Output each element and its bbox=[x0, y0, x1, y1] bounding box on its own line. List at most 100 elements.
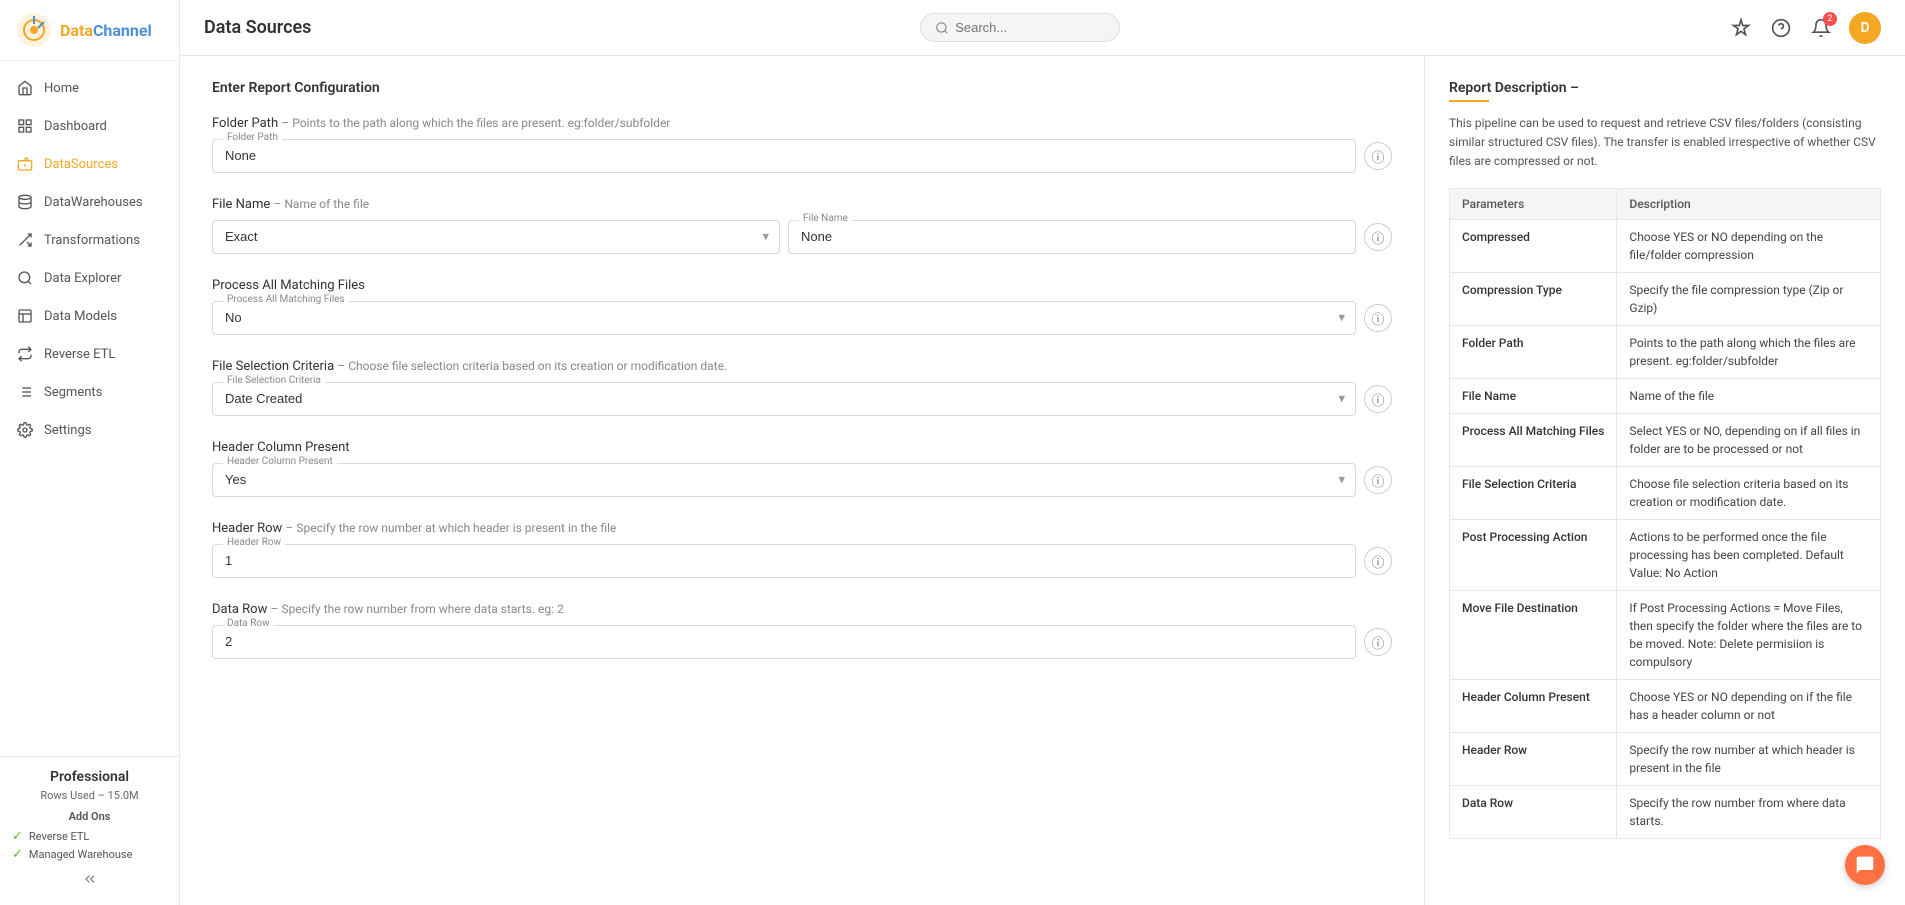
sidebar-item-home-label: Home bbox=[44, 81, 79, 96]
file-name-field[interactable]: File Name bbox=[788, 220, 1356, 254]
datawarehouses-icon bbox=[16, 193, 34, 211]
sidebar-item-reverse-etl[interactable]: Reverse ETL bbox=[0, 335, 179, 373]
sidebar-item-data-models[interactable]: Data Models bbox=[0, 297, 179, 335]
sidebar-item-home[interactable]: Home bbox=[0, 69, 179, 107]
sidebar-item-data-models-label: Data Models bbox=[44, 309, 117, 324]
settings-icon bbox=[16, 421, 34, 439]
header-column-row: Header Column Present Yes No ▾ ⓘ bbox=[212, 463, 1392, 497]
content-area: Enter Report Configuration Folder Path –… bbox=[180, 56, 1905, 905]
check-icon: ✓ bbox=[12, 829, 23, 844]
form-panel: Enter Report Configuration Folder Path –… bbox=[180, 56, 1425, 905]
addon-reverse-etl-label: Reverse ETL bbox=[29, 830, 89, 843]
sidebar-item-settings[interactable]: Settings bbox=[0, 411, 179, 449]
file-selection-field-label: File Selection Criteria bbox=[223, 375, 325, 386]
sidebar-bottom: Professional Rows Used – 15.0M Add Ons ✓… bbox=[0, 756, 179, 905]
home-icon bbox=[16, 79, 34, 97]
notifications-button[interactable]: 2 bbox=[1809, 16, 1833, 40]
header-row-field[interactable]: Header Row bbox=[212, 544, 1356, 578]
file-name-info-button[interactable]: ⓘ bbox=[1364, 223, 1392, 251]
notification-badge: 2 bbox=[1823, 12, 1837, 26]
page-title: Data Sources bbox=[204, 17, 311, 38]
description-text: This pipeline can be used to request and… bbox=[1449, 114, 1881, 172]
param-name: Header Column Present bbox=[1450, 679, 1617, 732]
collapse-sidebar-button[interactable] bbox=[12, 865, 167, 893]
param-desc: Actions to be performed once the file pr… bbox=[1617, 519, 1881, 590]
header-column-field[interactable]: Header Column Present Yes No ▾ bbox=[212, 463, 1356, 497]
sidebar-item-dashboard-label: Dashboard bbox=[44, 119, 107, 134]
file-name-match-select[interactable]: Exact Contains StartsWith EndsWith bbox=[225, 229, 767, 244]
file-name-match-field[interactable]: Exact Contains StartsWith EndsWith ▾ bbox=[212, 220, 780, 254]
param-name: Compressed bbox=[1450, 219, 1617, 272]
search-input[interactable] bbox=[955, 20, 1095, 35]
folder-path-field-label: Folder Path bbox=[223, 132, 282, 143]
sidebar-item-segments-label: Segments bbox=[44, 385, 102, 400]
data-row-field[interactable]: Data Row bbox=[212, 625, 1356, 659]
table-row: Folder PathPoints to the path along whic… bbox=[1450, 325, 1881, 378]
process-all-group: Process All Matching Files Process All M… bbox=[212, 278, 1392, 335]
data-row-input[interactable] bbox=[225, 634, 1343, 649]
search-box[interactable] bbox=[920, 13, 1120, 42]
file-selection-info-button[interactable]: ⓘ bbox=[1364, 385, 1392, 413]
sparkle-button[interactable] bbox=[1729, 16, 1753, 40]
rows-used-label: Rows Used – 15.0M bbox=[12, 789, 167, 802]
header-row-input[interactable] bbox=[225, 553, 1343, 568]
table-row: Data RowSpecify the row number from wher… bbox=[1450, 785, 1881, 838]
logo-text: DataChannel bbox=[60, 21, 152, 40]
header-row-field-label: Header Row bbox=[223, 537, 285, 548]
folder-path-input[interactable] bbox=[225, 148, 1343, 163]
process-all-select[interactable]: No Yes bbox=[225, 310, 1343, 325]
file-selection-select[interactable]: Date Created Date Modified None bbox=[225, 391, 1343, 406]
param-name: File Selection Criteria bbox=[1450, 466, 1617, 519]
header-row-input-row: Header Row ⓘ bbox=[212, 544, 1392, 578]
search-icon bbox=[935, 21, 949, 35]
param-name: Process All Matching Files bbox=[1450, 413, 1617, 466]
chat-button[interactable] bbox=[1845, 845, 1885, 885]
form-section-title: Enter Report Configuration bbox=[212, 80, 1392, 96]
param-name: Data Row bbox=[1450, 785, 1617, 838]
header-column-label: Header Column Present bbox=[212, 440, 1392, 455]
description-panel: Report Description – This pipeline can b… bbox=[1425, 56, 1905, 905]
param-desc: Choose YES or NO depending on if the fil… bbox=[1617, 679, 1881, 732]
plan-label: Professional bbox=[12, 769, 167, 785]
file-name-field-label: File Name bbox=[799, 213, 852, 224]
sidebar-item-reverse-etl-label: Reverse ETL bbox=[44, 347, 115, 362]
data-row-field-label: Data Row bbox=[223, 618, 274, 629]
sidebar-item-datawarehouses[interactable]: DataWarehouses bbox=[0, 183, 179, 221]
sidebar-item-datasources[interactable]: DataSources bbox=[0, 145, 179, 183]
folder-path-field[interactable]: Folder Path bbox=[212, 139, 1356, 173]
sidebar-logo: DataChannel bbox=[0, 0, 179, 61]
sidebar-item-dashboard[interactable]: Dashboard bbox=[0, 107, 179, 145]
folder-path-info-button[interactable]: ⓘ bbox=[1364, 142, 1392, 170]
param-name: Post Processing Action bbox=[1450, 519, 1617, 590]
process-all-row: Process All Matching Files No Yes ▾ ⓘ bbox=[212, 301, 1392, 335]
add-ons-title: Add Ons bbox=[12, 810, 167, 823]
header-row-info-button[interactable]: ⓘ bbox=[1364, 547, 1392, 575]
param-desc: Choose file selection criteria based on … bbox=[1617, 466, 1881, 519]
main-content: Data Sources 2 D Enter Report Configurat… bbox=[180, 0, 1905, 905]
param-desc: If Post Processing Actions = Move Files,… bbox=[1617, 590, 1881, 679]
sidebar-item-segments[interactable]: Segments bbox=[0, 373, 179, 411]
params-col-header: Parameters bbox=[1450, 188, 1617, 219]
process-all-field-label: Process All Matching Files bbox=[223, 294, 349, 305]
sidebar-item-datasources-label: DataSources bbox=[44, 157, 118, 172]
file-selection-group: File Selection Criteria – Choose file se… bbox=[212, 359, 1392, 416]
sidebar-item-transformations[interactable]: Transformations bbox=[0, 221, 179, 259]
process-all-field[interactable]: Process All Matching Files No Yes ▾ bbox=[212, 301, 1356, 335]
header-column-select[interactable]: Yes No bbox=[225, 472, 1343, 487]
user-avatar[interactable]: D bbox=[1849, 12, 1881, 44]
help-button[interactable] bbox=[1769, 16, 1793, 40]
sidebar-item-data-explorer[interactable]: Data Explorer bbox=[0, 259, 179, 297]
sidebar-item-transformations-label: Transformations bbox=[44, 233, 140, 248]
table-row: CompressedChoose YES or NO depending on … bbox=[1450, 219, 1881, 272]
header-column-info-button[interactable]: ⓘ bbox=[1364, 466, 1392, 494]
file-selection-field[interactable]: File Selection Criteria Date Created Dat… bbox=[212, 382, 1356, 416]
file-name-input[interactable] bbox=[801, 229, 1343, 244]
param-desc: Name of the file bbox=[1617, 378, 1881, 413]
dashboard-icon bbox=[16, 117, 34, 135]
process-all-info-button[interactable]: ⓘ bbox=[1364, 304, 1392, 332]
parameters-table: Parameters Description CompressedChoose … bbox=[1449, 188, 1881, 839]
file-name-row: Exact Contains StartsWith EndsWith ▾ Fil… bbox=[212, 220, 1392, 254]
data-row-group: Data Row – Specify the row number from w… bbox=[212, 602, 1392, 659]
data-row-info-button[interactable]: ⓘ bbox=[1364, 628, 1392, 656]
table-row: Header RowSpecify the row number at whic… bbox=[1450, 732, 1881, 785]
